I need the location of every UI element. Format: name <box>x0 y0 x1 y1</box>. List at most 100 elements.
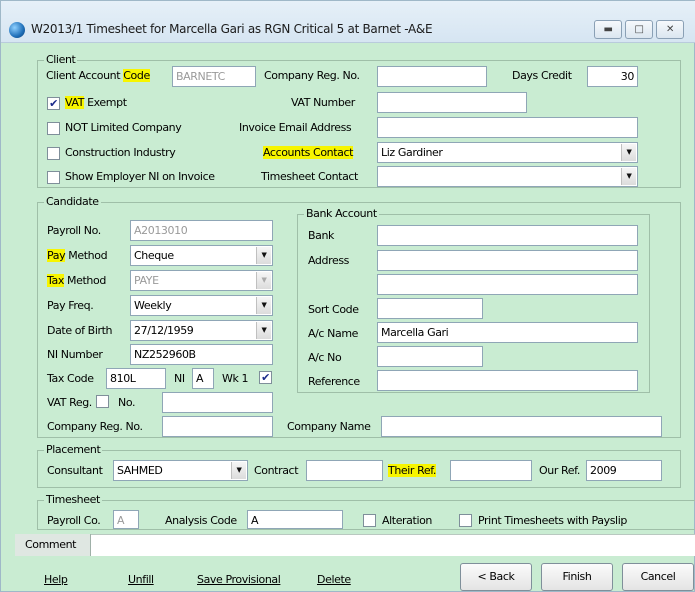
pay-method-value: Cheque <box>134 249 174 262</box>
ac-name-field[interactable]: Marcella Gari <box>377 322 638 343</box>
address-label: Address <box>308 254 350 267</box>
accounts-contact-label: Accounts Contact <box>263 146 354 159</box>
wk1-label: Wk 1 <box>222 372 249 385</box>
close-icon: ✕ <box>666 24 674 35</box>
close-button[interactable]: ✕ <box>656 20 684 39</box>
placement-legend: Placement <box>44 443 103 456</box>
date-of-birth-value: 27/12/1959 <box>134 324 194 337</box>
back-button[interactable]: < Back <box>460 563 532 591</box>
ac-no-label: A/c No <box>308 351 342 364</box>
our-ref-label: Our Ref. <box>539 464 580 477</box>
payroll-co-field[interactable]: A <box>113 510 139 529</box>
ac-name-label: A/c Name <box>308 327 359 340</box>
candidate-company-reg-field[interactable] <box>162 416 273 437</box>
delete-link[interactable]: Delete <box>317 573 351 586</box>
pay-method-dropdown[interactable]: Cheque ▼ <box>130 245 273 266</box>
date-of-birth-picker[interactable]: 27/12/1959 ▼ <box>130 320 273 341</box>
ni-number-field[interactable]: NZ252960B <box>130 344 273 365</box>
alteration-label: Alteration <box>382 514 432 527</box>
vat-reg-label: VAT Reg. <box>47 396 92 409</box>
save-provisional-link[interactable]: Save Provisional <box>197 573 281 586</box>
pay-freq-value: Weekly <box>134 299 172 312</box>
pay-freq-dropdown[interactable]: Weekly ▼ <box>130 295 273 316</box>
comment-field[interactable] <box>92 535 695 555</box>
show-employer-ni-checkbox[interactable] <box>47 171 60 184</box>
minimize-button[interactable]: ▬ <box>594 20 622 39</box>
cancel-button[interactable]: Cancel <box>622 563 694 591</box>
analysis-code-field[interactable]: A <box>247 510 343 529</box>
wk1-checkbox[interactable]: ✔ <box>259 371 272 384</box>
company-name-label: Company Name <box>287 420 371 433</box>
vat-number-field[interactable] <box>377 92 527 113</box>
comment-tab[interactable]: Comment <box>15 534 91 556</box>
timesheet-contact-dropdown[interactable]: ▼ <box>377 166 638 187</box>
sort-code-field[interactable] <box>377 298 483 319</box>
company-reg-field[interactable] <box>377 66 487 87</box>
alteration-checkbox[interactable] <box>363 514 376 527</box>
chevron-down-icon[interactable]: ▼ <box>621 144 636 161</box>
print-timesheets-checkbox[interactable] <box>459 514 472 527</box>
consultant-value: SAHMED <box>117 464 163 477</box>
not-limited-company-checkbox[interactable] <box>47 122 60 135</box>
vat-reg-checkbox[interactable] <box>96 395 109 408</box>
print-timesheets-label: Print Timesheets with Payslip <box>478 514 627 527</box>
reference-label: Reference <box>308 375 360 388</box>
payroll-co-label: Payroll Co. <box>47 514 101 527</box>
address-line1-field[interactable] <box>377 250 638 271</box>
tax-method-label: Tax Method <box>47 274 106 287</box>
pay-method-label: Pay Method <box>47 249 108 262</box>
contract-field[interactable] <box>306 460 383 481</box>
vat-exempt-checkbox[interactable]: ✔ <box>47 97 60 110</box>
chevron-down-icon[interactable]: ▼ <box>256 272 271 289</box>
contract-label: Contract <box>254 464 299 477</box>
construction-industry-label: Construction Industry <box>65 146 176 159</box>
bank-account-legend: Bank Account <box>304 207 379 220</box>
chevron-down-icon[interactable]: ▼ <box>621 168 636 185</box>
company-reg-label: Company Reg. No. <box>264 69 360 82</box>
candidate-legend: Candidate <box>44 195 101 208</box>
client-account-code-field[interactable]: BARNETC <box>172 66 256 87</box>
candidate-company-reg-label: Company Reg. No. <box>47 420 143 433</box>
chevron-down-icon[interactable]: ▼ <box>256 322 271 339</box>
unfill-link[interactable]: Unfill <box>128 573 154 586</box>
chevron-down-icon[interactable]: ▼ <box>256 297 271 314</box>
our-ref-field[interactable]: 2009 <box>586 460 662 481</box>
minimize-icon: ▬ <box>603 24 613 35</box>
tax-code-field[interactable]: 810L <box>106 368 166 389</box>
tax-method-dropdown[interactable]: PAYE ▼ <box>130 270 273 291</box>
construction-industry-checkbox[interactable] <box>47 147 60 160</box>
invoice-email-label: Invoice Email Address <box>239 121 352 134</box>
reference-field[interactable] <box>377 370 638 391</box>
invoice-email-field[interactable] <box>377 117 638 138</box>
company-name-field[interactable] <box>381 416 662 437</box>
window-title: W2013/1 Timesheet for Marcella Gari as R… <box>31 22 433 36</box>
their-ref-field[interactable] <box>450 460 532 481</box>
bank-label: Bank <box>308 229 335 242</box>
payroll-no-field[interactable]: A2013010 <box>130 220 273 241</box>
ni-letter-field[interactable]: A <box>192 368 214 389</box>
finish-button[interactable]: Finish <box>541 563 613 591</box>
ni-letter-label: NI <box>174 372 185 385</box>
chevron-down-icon[interactable]: ▼ <box>231 462 246 479</box>
ni-number-label: NI Number <box>47 348 103 361</box>
comment-label: Comment <box>25 538 77 551</box>
days-credit-field[interactable]: 30 <box>587 66 638 87</box>
ac-no-field[interactable] <box>377 346 483 367</box>
timesheet-window: W2013/1 Timesheet for Marcella Gari as R… <box>0 0 695 592</box>
maximize-button[interactable]: □ <box>625 20 653 39</box>
address-line2-field[interactable] <box>377 274 638 295</box>
vat-no-field[interactable] <box>162 392 273 413</box>
vat-exempt-label: VAT Exempt <box>65 96 127 109</box>
title-bar[interactable]: W2013/1 Timesheet for Marcella Gari as R… <box>1 1 695 43</box>
chevron-down-icon[interactable]: ▼ <box>256 247 271 264</box>
timesheet-legend: Timesheet <box>44 493 102 506</box>
help-link[interactable]: Help <box>44 573 68 586</box>
bank-field[interactable] <box>377 225 638 246</box>
consultant-dropdown[interactable]: SAHMED ▼ <box>113 460 248 481</box>
sort-code-label: Sort Code <box>308 303 359 316</box>
accounts-contact-dropdown[interactable]: Liz Gardiner ▼ <box>377 142 638 163</box>
vat-number-label: VAT Number <box>291 96 355 109</box>
client-account-code-label: Client Account Code <box>46 69 150 82</box>
date-of-birth-label: Date of Birth <box>47 324 113 337</box>
days-credit-label: Days Credit <box>512 69 572 82</box>
